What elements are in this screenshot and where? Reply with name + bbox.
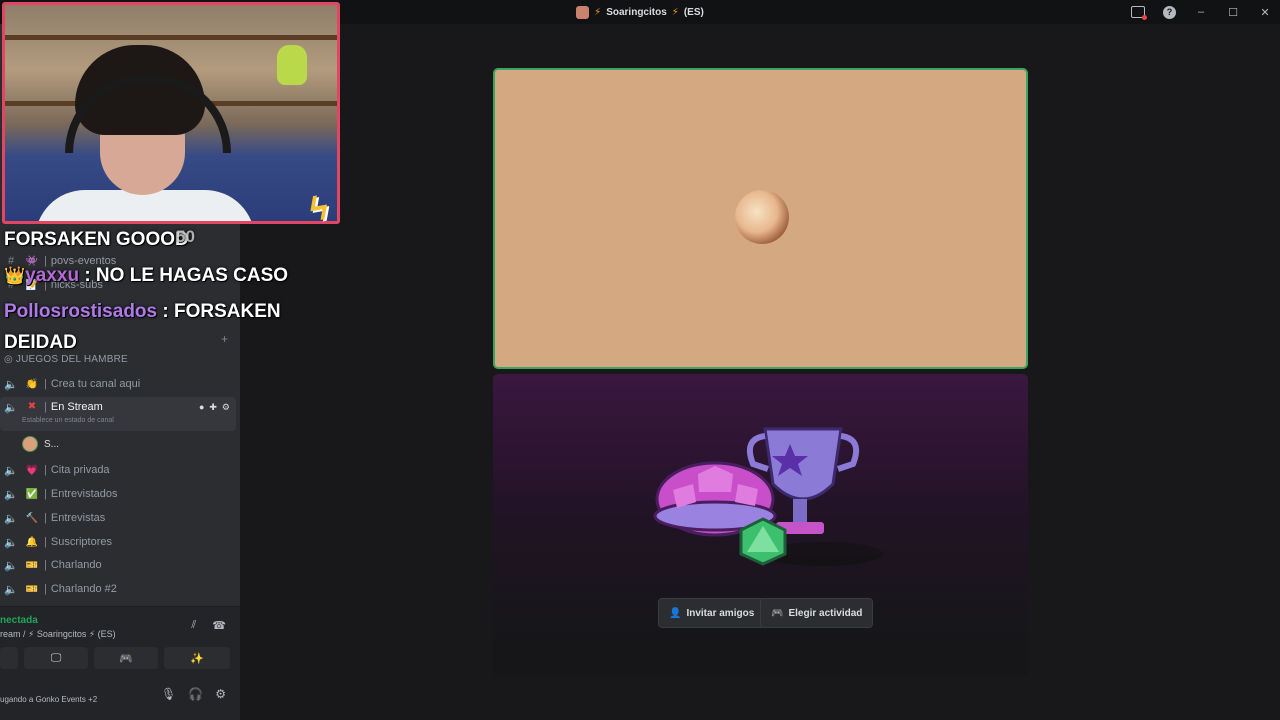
channel-emoji-icon: 🎫 bbox=[25, 583, 39, 595]
server-name: Soaringcitos bbox=[606, 6, 667, 18]
soundboard-icon: ✨ bbox=[190, 652, 204, 665]
speaker-icon: 🔈 bbox=[4, 559, 18, 572]
chat-message: FORSAKEN GOOOD bbox=[4, 229, 189, 250]
bolt-icon: ⚡ bbox=[671, 6, 679, 18]
disconnect-icon[interactable]: ☎ bbox=[212, 619, 226, 632]
streamer bbox=[35, 45, 255, 221]
channel-label: En Stream bbox=[50, 401, 103, 413]
speaker-icon: 🔈 bbox=[4, 536, 18, 549]
chat-message: DEIDAD bbox=[4, 332, 77, 353]
window-title: ⚡ Soaringcitos ⚡ (ES) bbox=[576, 5, 704, 19]
speaker-icon: 🔈 bbox=[4, 488, 18, 501]
gear-icon[interactable]: ⚙ bbox=[222, 402, 230, 413]
add-user-icon: 👤 bbox=[669, 607, 682, 619]
channel-emoji-icon: 👏 bbox=[25, 378, 39, 390]
channel-emoji-icon: 🎫 bbox=[25, 559, 39, 571]
broadcast-icon: ◎ bbox=[4, 354, 13, 365]
avatar bbox=[22, 436, 38, 452]
chat-bubble-icon[interactable]: ● bbox=[199, 402, 204, 413]
webcam-overlay bbox=[2, 2, 340, 224]
close-icon[interactable]: ✕ bbox=[1258, 6, 1272, 19]
voice-channel-crea[interactable]: 🔈 👏 | Crea tu canal aqui bbox=[0, 373, 236, 395]
screen-share-icon: 🖵 bbox=[50, 651, 62, 664]
chat-message: : NO LE HAGAS CASO bbox=[84, 265, 289, 286]
chat-username: Pollosrostisados bbox=[4, 301, 158, 322]
channel-emoji-icon: 🔨 bbox=[25, 512, 39, 524]
category-label: JUEGOS DEL HAMBRE bbox=[15, 354, 128, 365]
chat-line: 👑yaxxu : NO LE HAGAS CASO bbox=[4, 265, 288, 287]
crown-icon: 👑 bbox=[4, 266, 26, 285]
invite-friends-label: Invitar amigos bbox=[686, 607, 755, 619]
speaker-icon: 🔈 bbox=[4, 512, 18, 525]
activity-tile: 👤 Invitar amigos 🎮 Elegir actividad bbox=[493, 374, 1028, 676]
soundboard-button[interactable]: ✨ bbox=[164, 647, 230, 669]
chat-line: Pollosrostisados : FORSAKEN bbox=[4, 301, 281, 323]
camera-button[interactable] bbox=[0, 647, 18, 669]
minimize-icon[interactable]: – bbox=[1194, 6, 1208, 18]
user-activity: ugando a Gonko Events +2 bbox=[0, 695, 98, 704]
voice-channel-cita[interactable]: 🔈 💗 | Cita privada bbox=[0, 459, 236, 481]
gear-icon[interactable]: ⚙ bbox=[215, 687, 226, 701]
chat-line: FORSAKEN GOOOD bbox=[4, 229, 189, 251]
voice-channel-entrevistados[interactable]: 🔈 ✅ | Entrevistados bbox=[0, 483, 236, 505]
channel-emoji-icon: 💗 bbox=[25, 464, 39, 476]
server-icon bbox=[576, 5, 590, 19]
speaker-icon: 🔈 bbox=[4, 583, 18, 596]
inbox-icon[interactable] bbox=[1131, 6, 1147, 20]
screen-share-button[interactable]: 🖵 bbox=[24, 647, 88, 669]
maximize-icon[interactable]: ☐ bbox=[1226, 6, 1240, 19]
activity-illustration bbox=[653, 427, 883, 566]
channel-emoji-icon: ✅ bbox=[25, 488, 39, 500]
voice-channel-charlando[interactable]: 🔈 🎫 | Charlando bbox=[0, 554, 236, 576]
chat-message: : FORSAKEN bbox=[162, 301, 281, 322]
activity-button[interactable]: 🎮 bbox=[94, 647, 158, 669]
channel-status-hint[interactable]: Establece un estado de canal bbox=[22, 417, 114, 424]
channel-label: Charlando bbox=[50, 559, 102, 571]
channel-label: Crea tu canal aqui bbox=[50, 378, 141, 390]
bolt-icon: ⚡ bbox=[594, 6, 602, 18]
voice-channel-en-stream[interactable]: 🔈 ✖ | En Stream Establece un estado de c… bbox=[0, 397, 236, 431]
voice-channel-entrevistas[interactable]: 🔈 🔨 | Entrevistas bbox=[0, 507, 236, 529]
speaker-icon: 🔈 bbox=[4, 402, 18, 414]
noise-suppression-icon[interactable]: ⫽ bbox=[191, 619, 196, 632]
chat-username: yaxxu bbox=[25, 265, 80, 286]
gamepad-icon: 🎮 bbox=[771, 607, 784, 619]
invite-friends-button[interactable]: 👤 Invitar amigos bbox=[658, 598, 766, 628]
voice-status[interactable]: nectada bbox=[0, 615, 38, 626]
voice-channel-charlando-2[interactable]: 🔈 🎫 | Charlando #2 bbox=[0, 578, 236, 600]
add-member-icon[interactable]: ✚ bbox=[209, 402, 217, 413]
speaker-icon: 🔈 bbox=[4, 464, 18, 477]
channel-label: Charlando #2 bbox=[50, 583, 117, 595]
voice-channel-suscriptores[interactable]: 🔈 🔔 | Suscriptores bbox=[0, 531, 236, 553]
voice-member[interactable]: S... bbox=[22, 436, 59, 452]
channel-label: Entrevistados bbox=[50, 488, 118, 500]
microphone-icon[interactable]: 🎙 bbox=[161, 687, 176, 701]
voice-location[interactable]: ream / ⚡ Soaringcitos ⚡ (ES) bbox=[0, 629, 116, 640]
add-channel-icon[interactable]: + bbox=[221, 332, 228, 346]
voice-member-name: S... bbox=[44, 438, 60, 450]
channel-emoji-icon: ✖ bbox=[27, 401, 37, 412]
channel-label: Suscriptores bbox=[50, 536, 112, 548]
chat-line: DEIDAD bbox=[4, 332, 77, 354]
channel-label: Cita privada bbox=[50, 464, 110, 476]
category-header[interactable]: ◎ JUEGOS DEL HAMBRE bbox=[4, 354, 128, 365]
choose-activity-button[interactable]: 🎮 Elegir actividad bbox=[760, 598, 874, 628]
voice-connection-panel: nectada ream / ⚡ Soaringcitos ⚡ (ES) ⫽ ☎… bbox=[0, 606, 240, 681]
user-panel: ugando a Gonko Events +2 🎙 🎧 ⚙ bbox=[0, 680, 240, 720]
channel-label: Entrevistas bbox=[50, 512, 106, 524]
chat-counter: 50 bbox=[176, 227, 195, 246]
participant-avatar bbox=[735, 190, 789, 244]
channel-emoji-icon: 🔔 bbox=[25, 536, 39, 548]
help-icon[interactable]: ? bbox=[1163, 5, 1176, 19]
speaker-icon: 🔈 bbox=[4, 378, 18, 391]
participant-tile[interactable] bbox=[493, 68, 1028, 369]
choose-activity-label: Elegir actividad bbox=[788, 607, 863, 619]
gamepad-icon: 🎮 bbox=[119, 652, 133, 665]
server-region: (ES) bbox=[683, 6, 704, 18]
plush-toy bbox=[277, 45, 307, 85]
headphones-icon[interactable]: 🎧 bbox=[188, 687, 203, 701]
